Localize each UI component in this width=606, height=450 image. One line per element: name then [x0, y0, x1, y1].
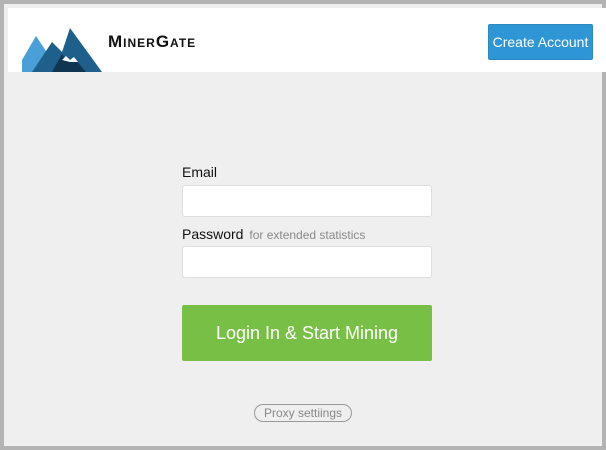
email-label: Email [182, 164, 218, 180]
password-label: Password [182, 226, 244, 242]
proxy-settings-button[interactable]: Proxy settiings [254, 404, 352, 422]
password-label-row: Password for extended statistics [182, 226, 365, 242]
mountain-logo-icon [22, 28, 102, 72]
app-window: MinerGate Create Account Email Password … [0, 0, 606, 450]
password-hint: for extended statistics [249, 228, 366, 242]
header-bar: MinerGate Create Account [8, 8, 606, 72]
app-logo-text: MinerGate [108, 32, 197, 51]
email-input[interactable] [182, 185, 432, 217]
create-account-button[interactable]: Create Account [488, 24, 593, 60]
login-start-mining-button[interactable]: Login In & Start Mining [182, 305, 432, 361]
password-input[interactable] [182, 246, 432, 278]
